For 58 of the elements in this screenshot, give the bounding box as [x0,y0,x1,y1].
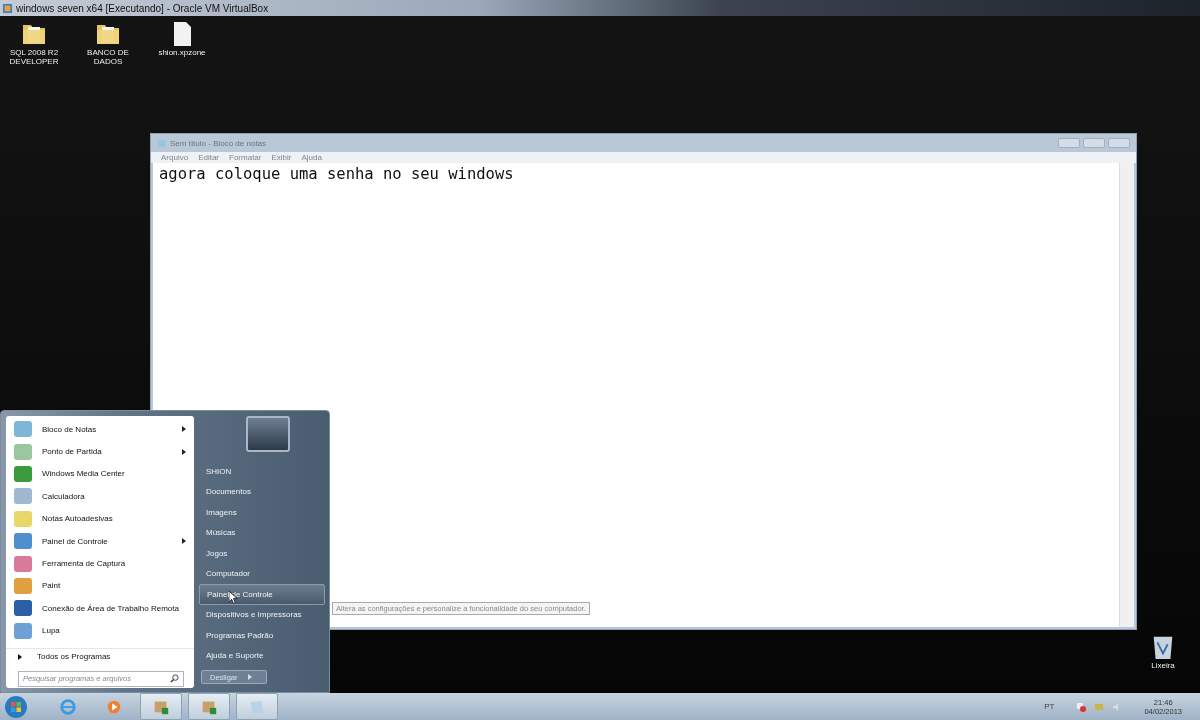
program-item[interactable]: Calculadora [6,485,194,508]
program-icon [12,575,34,596]
language-indicator[interactable]: PT [1044,702,1055,711]
menu-item[interactable]: Dispositivos e Impressoras [199,604,325,625]
program-item[interactable]: Paint [6,574,194,598]
menu-item[interactable]: Ajuda [301,153,322,162]
mouse-pointer-icon [229,591,238,604]
program-item[interactable]: Lupa [6,619,194,642]
submenu-arrow-icon [182,426,186,433]
browser-icon[interactable] [59,697,77,716]
submenu-arrow-icon [182,538,186,545]
program-icon [12,486,34,507]
menu-item[interactable]: SHION [199,461,325,482]
menu-item[interactable]: Músicas [199,522,325,543]
submenu-arrow-icon [182,448,186,455]
program-item[interactable]: Notas Autoadesivas [6,507,194,530]
program-icon [12,620,34,641]
arrow-icon [247,674,252,680]
program-item[interactable]: Ponto de Partida [6,440,194,463]
program-item[interactable]: Windows Media Center [6,462,194,486]
minimize-button[interactable] [1058,138,1080,148]
arrow-icon [18,653,22,660]
maximize-button[interactable] [1083,138,1105,148]
menu-item[interactable]: Formatar [229,153,262,162]
menu-item[interactable]: Imagens [199,502,325,523]
notepad-icon [157,138,166,148]
program-icon [12,508,34,529]
window-title: Sem título - Bloco de notas [170,138,267,148]
program-item[interactable]: Bloco de Notas [6,418,194,441]
program-item[interactable]: Ferramenta de Captura [6,552,194,575]
program-icon [12,441,34,462]
icon-label: Lixeira [1151,661,1175,670]
menu-item[interactable]: Editar [198,153,220,162]
program-icon [12,531,34,552]
menu-item[interactable]: Jogos [199,543,325,564]
menu-item[interactable]: Exibir [271,153,292,162]
menu-item[interactable]: Computador [199,563,325,584]
program-item[interactable]: Conexão de Área de Trabalho Remota [6,597,194,620]
program-item[interactable]: Painel de Controle [6,529,194,553]
menu-item[interactable]: Ajuda e Suporte [199,645,325,666]
search-icon [170,674,179,684]
all-programs-item[interactable]: Todos os Programas [6,647,194,665]
start-button[interactable] [4,694,28,719]
menu-item[interactable]: Arquivo [161,153,189,162]
menu-item[interactable]: Documentos [199,481,325,502]
scrollbar[interactable] [1119,163,1134,627]
program-icon [12,553,34,574]
icon-label: shion.xpzone [158,48,206,57]
program-icon [12,419,34,440]
close-button[interactable] [1108,138,1130,148]
window-title: windows seven x64 [Executando] - Oracle VM VirtualBox [16,2,269,14]
program-icon [12,598,34,619]
icon-label: BANCO DE DADOS [86,48,130,66]
app-icon [2,2,13,14]
icon-label: SQL 2008 R2 DEVELOPER [8,48,60,66]
flag-icon[interactable] [1076,701,1087,712]
program-icon [12,463,34,484]
menu-item[interactable]: Programas Padrão [199,625,325,646]
